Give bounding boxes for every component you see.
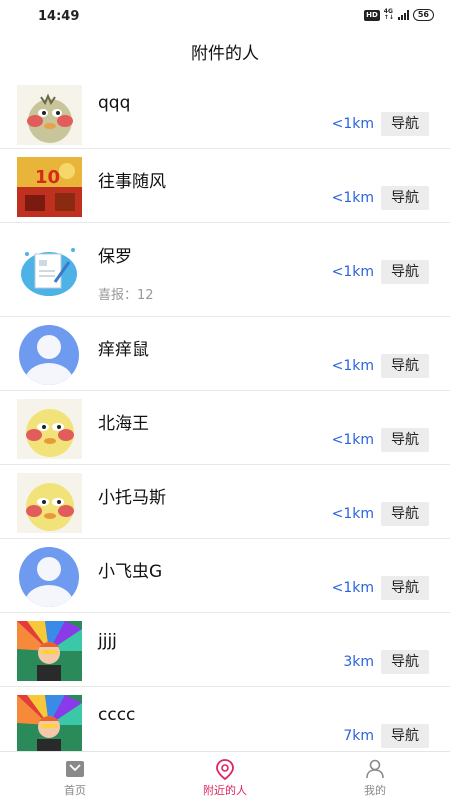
distance-label: <1km: [331, 190, 374, 206]
list-item[interactable]: cccc 7km 导航: [0, 687, 450, 751]
duck-avatar: [17, 85, 82, 145]
distance-label: <1km: [331, 432, 374, 448]
user-name: jjjj: [98, 631, 117, 651]
user-name: 小飞虫G: [98, 562, 163, 582]
network-icon: 4G ↑↓: [383, 8, 394, 21]
header: 附件的人: [0, 34, 450, 76]
duck-avatar: [17, 399, 82, 459]
user-name: 往事随风: [98, 172, 166, 192]
status-bar: 14:49 HD 4G ↑↓ 56: [0, 0, 450, 32]
user-name: 北海王: [98, 414, 149, 434]
distance-label: 7km: [343, 728, 374, 744]
tab-nearby[interactable]: 附近的人: [150, 752, 300, 800]
list-item[interactable]: jjjj 3km 导航: [0, 613, 450, 687]
tab-label: 我的: [364, 784, 386, 797]
user-name: qqq: [98, 93, 131, 113]
tab-label: 附近的人: [203, 784, 247, 797]
person-icon: [364, 758, 386, 780]
navigate-button[interactable]: 导航: [381, 260, 429, 284]
navigate-button[interactable]: 导航: [381, 650, 429, 674]
tab-profile[interactable]: 我的: [300, 752, 450, 800]
document-avatar: [17, 240, 82, 300]
duck-avatar: [17, 473, 82, 533]
user-name: 小托马斯: [98, 488, 166, 508]
bottom-tab-bar: 首页 附近的人 我的: [0, 751, 450, 800]
distance-label: 3km: [343, 654, 374, 670]
list-item[interactable]: 痒痒鼠 <1km 导航: [0, 317, 450, 391]
navigate-button[interactable]: 导航: [381, 354, 429, 378]
default-avatar: [17, 325, 82, 385]
signal-icon: [397, 10, 409, 20]
status-time: 14:49: [38, 9, 80, 24]
distance-label: <1km: [331, 358, 374, 374]
list-item[interactable]: qqq <1km 导航: [0, 77, 450, 149]
hd-icon: HD: [364, 9, 380, 21]
umbrella-avatar: [17, 621, 82, 681]
svg-text:10: 10: [35, 167, 60, 188]
status-icons: HD 4G ↑↓ 56: [364, 9, 434, 21]
page-title: 附件的人: [191, 44, 259, 64]
user-name: 痒痒鼠: [98, 340, 149, 360]
location-pin-icon: [214, 758, 236, 781]
list-item[interactable]: 小飞虫G <1km 导航: [0, 539, 450, 613]
tab-home[interactable]: 首页: [0, 752, 150, 800]
celebration-avatar: 10: [17, 157, 82, 217]
list-item[interactable]: 小托马斯 <1km 导航: [0, 465, 450, 539]
nearby-list[interactable]: qqq <1km 导航 10 往事随风 <1km 导航 保罗 <1km 导航 喜…: [0, 77, 450, 751]
list-item[interactable]: 北海王 <1km 导航: [0, 391, 450, 465]
navigate-button[interactable]: 导航: [381, 724, 429, 748]
user-name: 保罗: [98, 247, 132, 267]
navigate-button[interactable]: 导航: [381, 186, 429, 210]
distance-label: <1km: [331, 506, 374, 522]
navigate-button[interactable]: 导航: [381, 502, 429, 526]
navigate-button[interactable]: 导航: [381, 112, 429, 136]
battery-icon: 56: [412, 9, 434, 21]
list-item[interactable]: 10 往事随风 <1km 导航: [0, 149, 450, 223]
navigate-button[interactable]: 导航: [381, 428, 429, 452]
umbrella-avatar: [17, 695, 82, 751]
report-count: 喜报：12: [98, 288, 154, 303]
tab-label: 首页: [64, 784, 86, 797]
distance-label: <1km: [331, 116, 374, 132]
default-avatar: [17, 547, 82, 607]
distance-label: <1km: [331, 264, 374, 280]
navigate-button[interactable]: 导航: [381, 576, 429, 600]
distance-label: <1km: [331, 580, 374, 596]
user-name: cccc: [98, 705, 136, 725]
mail-icon: [64, 758, 86, 780]
list-item[interactable]: 保罗 <1km 导航 喜报：12: [0, 223, 450, 317]
